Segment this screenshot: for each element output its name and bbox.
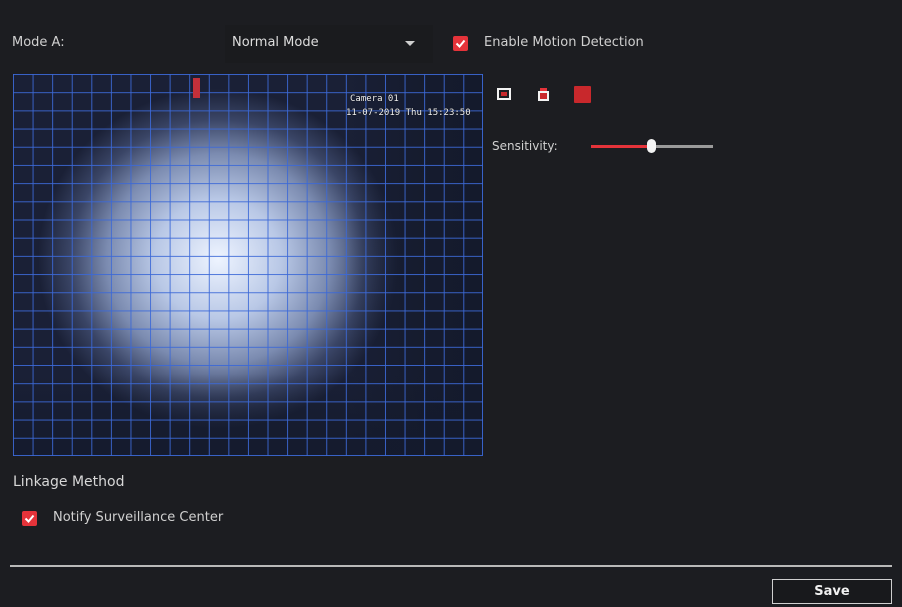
mode-select-value: Normal Mode [232, 35, 319, 50]
clear-area-icon[interactable] [535, 86, 552, 103]
sensitivity-slider-thumb[interactable] [647, 139, 656, 153]
sensitivity-slider-fill [591, 145, 652, 148]
notify-surveillance-label: Notify Surveillance Center [53, 510, 224, 525]
enable-motion-checkbox[interactable] [453, 36, 468, 51]
video-osd-timestamp: 11-07-2019 Thu 15:23:50 [346, 108, 471, 118]
linkage-method-title: Linkage Method [13, 474, 125, 490]
chevron-down-icon[interactable] [405, 41, 415, 46]
checkmark-icon [24, 514, 35, 523]
video-marker [193, 78, 200, 98]
mode-label: Mode A: [12, 35, 65, 50]
divider [10, 565, 892, 567]
motion-detection-grid[interactable] [13, 74, 483, 456]
video-osd-camera-name: Camera 01 [350, 94, 399, 104]
checkmark-icon [455, 39, 466, 48]
save-button[interactable]: Save [772, 579, 892, 604]
video-preview[interactable] [13, 74, 483, 456]
sensitivity-label: Sensitivity: [492, 139, 558, 153]
draw-area-icon[interactable] [496, 86, 513, 103]
select-all-icon[interactable] [574, 86, 591, 103]
enable-motion-label: Enable Motion Detection [484, 35, 644, 50]
notify-surveillance-checkbox[interactable] [22, 511, 37, 526]
